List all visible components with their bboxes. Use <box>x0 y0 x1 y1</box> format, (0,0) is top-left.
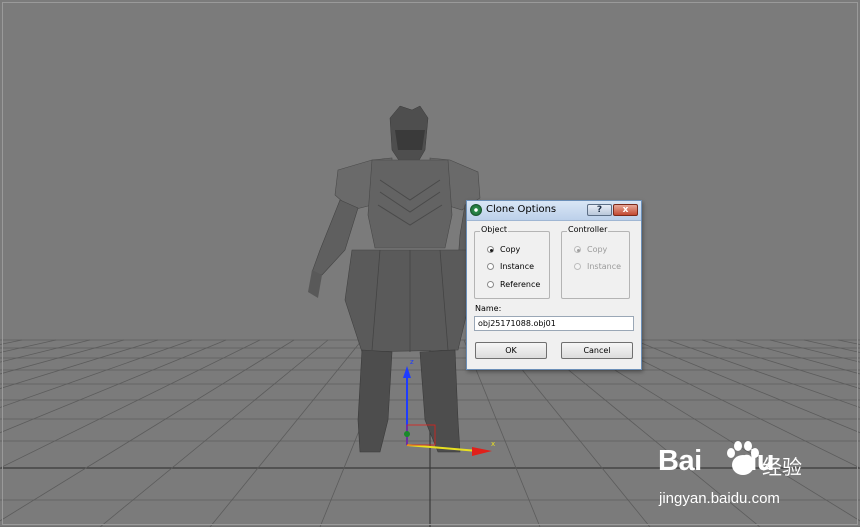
dialog-title: Clone Options <box>486 204 557 215</box>
name-label: Name: <box>475 304 502 313</box>
radio-label: Instance <box>500 262 535 271</box>
grid-line <box>0 339 193 408</box>
watermark-chinese: 经验 <box>762 455 802 479</box>
clone-options-dialog: Clone Options ? x Object Copy Instance R… <box>466 200 642 370</box>
grid-line <box>209 339 363 527</box>
grid-line <box>0 339 261 469</box>
radio-label: Instance <box>587 262 622 271</box>
x-axis-arrow <box>472 447 492 456</box>
radio-icon[interactable] <box>487 281 494 288</box>
grid-line <box>0 339 91 363</box>
radio-icon[interactable] <box>487 263 494 270</box>
controller-group-legend: Controller <box>567 225 609 234</box>
radio-label: Copy <box>587 245 608 254</box>
grid-line <box>99 339 329 527</box>
radio-label: Copy <box>500 245 521 254</box>
ok-button[interactable]: OK <box>475 342 547 359</box>
z-axis-label: z <box>410 358 414 366</box>
close-button[interactable]: x <box>613 204 638 216</box>
radio-icon <box>574 263 581 270</box>
grid-line <box>0 339 23 345</box>
watermark-url: jingyan.baidu.com <box>659 490 780 507</box>
x-axis-label: x <box>491 440 495 448</box>
help-button[interactable]: ? <box>587 204 612 216</box>
object-group: Object Copy Instance Reference <box>474 225 550 299</box>
perspective-viewport[interactable]: z x Clone Options ? x Object Copy Instan… <box>0 0 860 527</box>
grid-line <box>0 339 295 522</box>
controller-group: Controller Copy Instance <box>561 225 630 299</box>
cancel-button[interactable]: Cancel <box>561 342 633 359</box>
grid-line <box>0 339 125 375</box>
z-axis-arrow <box>403 366 411 378</box>
dialog-titlebar[interactable]: Clone Options ? x <box>467 201 641 221</box>
radio-icon[interactable] <box>487 246 494 253</box>
paw-icon <box>727 441 759 475</box>
y-axis-handle[interactable] <box>404 431 410 437</box>
name-input[interactable]: obj25171088.obj01 <box>474 316 634 331</box>
app-icon <box>470 204 482 216</box>
object-group-legend: Object <box>480 225 509 234</box>
radio-icon <box>574 246 581 253</box>
grid-line <box>0 339 57 353</box>
baidu-watermark: Bai du 经验 jingyan.baidu.com <box>658 435 858 515</box>
radio-label: Reference <box>500 280 541 289</box>
